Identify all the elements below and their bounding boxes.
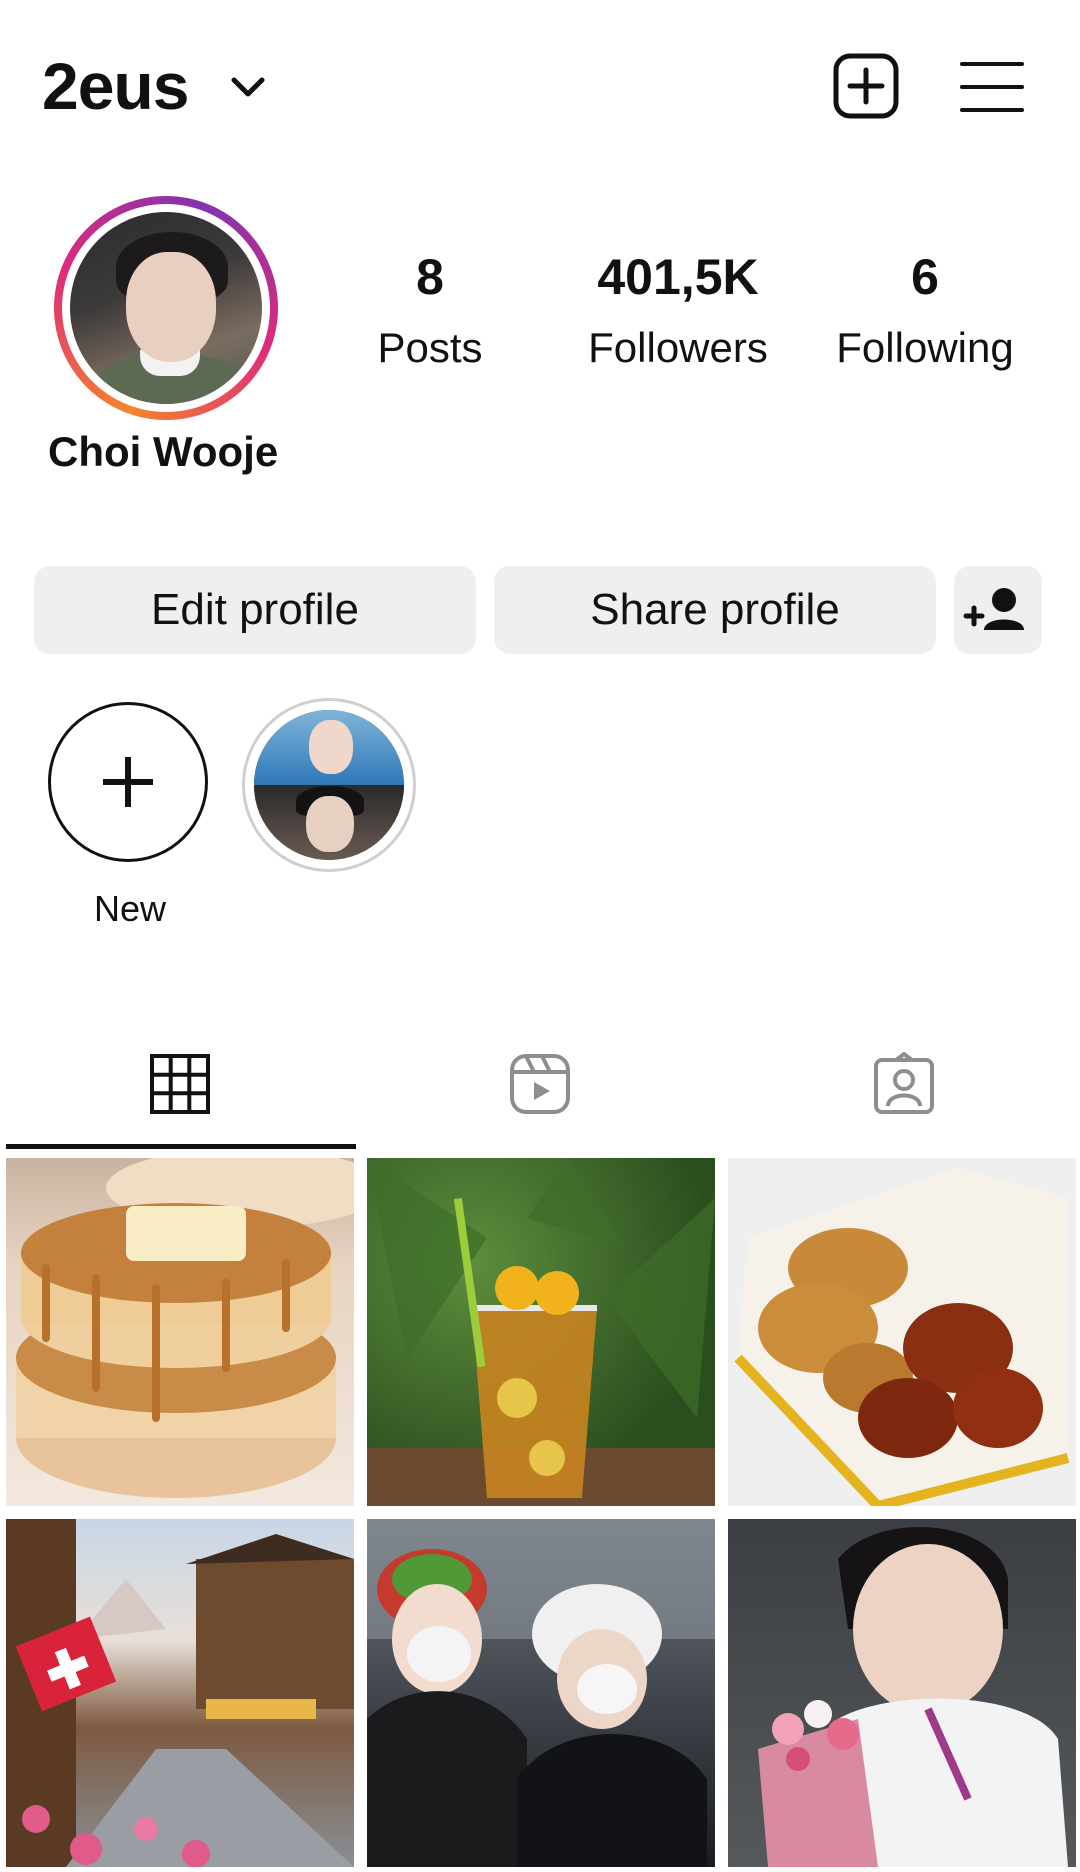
new-highlight-button[interactable] — [48, 702, 208, 862]
fried-chicken-image — [734, 1168, 1070, 1506]
posts-count[interactable]: 8 — [320, 248, 540, 306]
swiss-village-image — [6, 1519, 354, 1867]
followers-count[interactable]: 401,5K — [568, 248, 788, 306]
post-thumbnail-two-friends[interactable] — [367, 1519, 715, 1867]
hamburger-menu-icon[interactable] — [960, 60, 1024, 114]
post-thumbnail-pancakes[interactable] — [6, 1158, 354, 1506]
reels-tab-icon[interactable] — [508, 1052, 572, 1116]
highlight-cover — [254, 710, 404, 860]
active-tab-indicator — [6, 1144, 356, 1149]
share-profile-button[interactable]: Share profile — [494, 566, 936, 654]
following-count[interactable]: 6 — [815, 248, 1035, 306]
followers-label[interactable]: Followers — [568, 324, 788, 372]
add-post-icon[interactable] — [832, 52, 900, 120]
posts-label[interactable]: Posts — [320, 324, 540, 372]
plus-icon — [103, 757, 153, 807]
flowers-portrait-image — [758, 1526, 1068, 1867]
edit-profile-button[interactable]: Edit profile — [34, 566, 476, 654]
post-thumbnail-fried-chicken[interactable] — [728, 1158, 1076, 1506]
avatar-photo — [70, 212, 262, 404]
grid-tab-icon[interactable] — [148, 1052, 212, 1116]
two-friends-image — [367, 1519, 715, 1867]
display-name: Choi Wooje — [48, 428, 279, 475]
pancake-image — [16, 1158, 354, 1498]
discover-people-button[interactable] — [954, 566, 1042, 654]
account-username[interactable]: 2eus — [42, 48, 189, 124]
add-person-icon — [963, 588, 1024, 630]
following-label[interactable]: Following — [815, 324, 1035, 372]
new-highlight-label: New — [93, 888, 167, 929]
profile-avatar[interactable] — [54, 196, 278, 420]
story-highlight[interactable] — [242, 698, 416, 872]
chevron-down-icon[interactable] — [226, 66, 270, 110]
post-thumbnail-swiss-village[interactable] — [6, 1519, 354, 1867]
post-thumbnail-flowers[interactable] — [728, 1519, 1076, 1867]
post-thumbnail-iced-tea[interactable] — [367, 1158, 715, 1506]
tagged-tab-icon[interactable] — [872, 1052, 936, 1116]
iced-tea-image — [367, 1158, 715, 1506]
